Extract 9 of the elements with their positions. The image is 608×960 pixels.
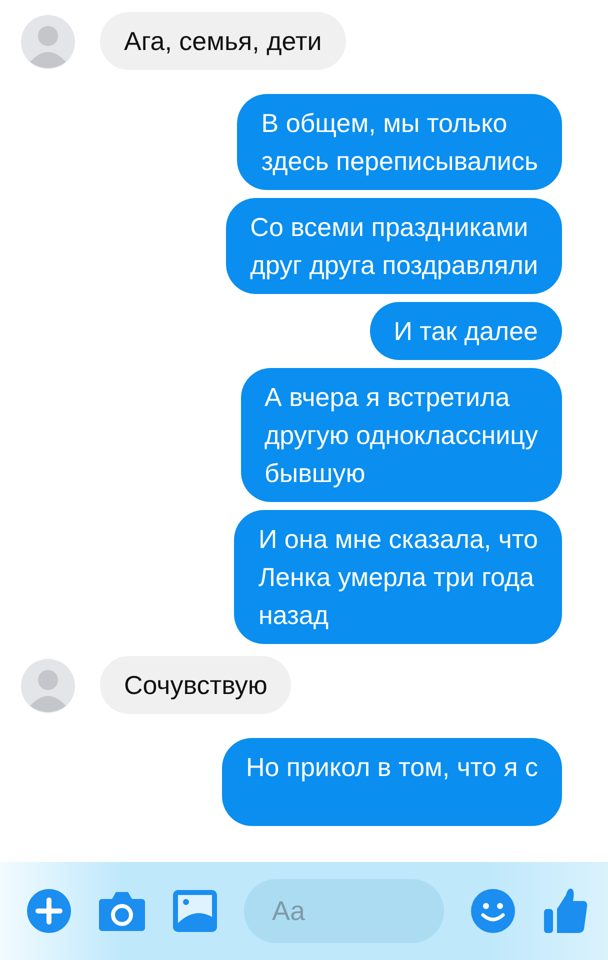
message-bubble: Но прикол в том, что я с — [222, 738, 562, 826]
message-bubble: И она мне сказала, что Ленка умерла три года назад — [234, 510, 562, 644]
message-bubble: Сочувствую — [100, 656, 292, 714]
message-bubble: И так далее — [370, 302, 562, 360]
message-bubble: А вчера я встретила другую одноклассницу бывшую — [240, 368, 562, 502]
message-input[interactable]: Aa — [244, 879, 444, 943]
message-bubble: Ага, семья, дети — [100, 12, 346, 70]
message-bubble: Со всеми праздниками друг друга поздравляли — [226, 198, 562, 294]
message-bubble: В общем, мы только здесь переписывались — [237, 94, 562, 190]
